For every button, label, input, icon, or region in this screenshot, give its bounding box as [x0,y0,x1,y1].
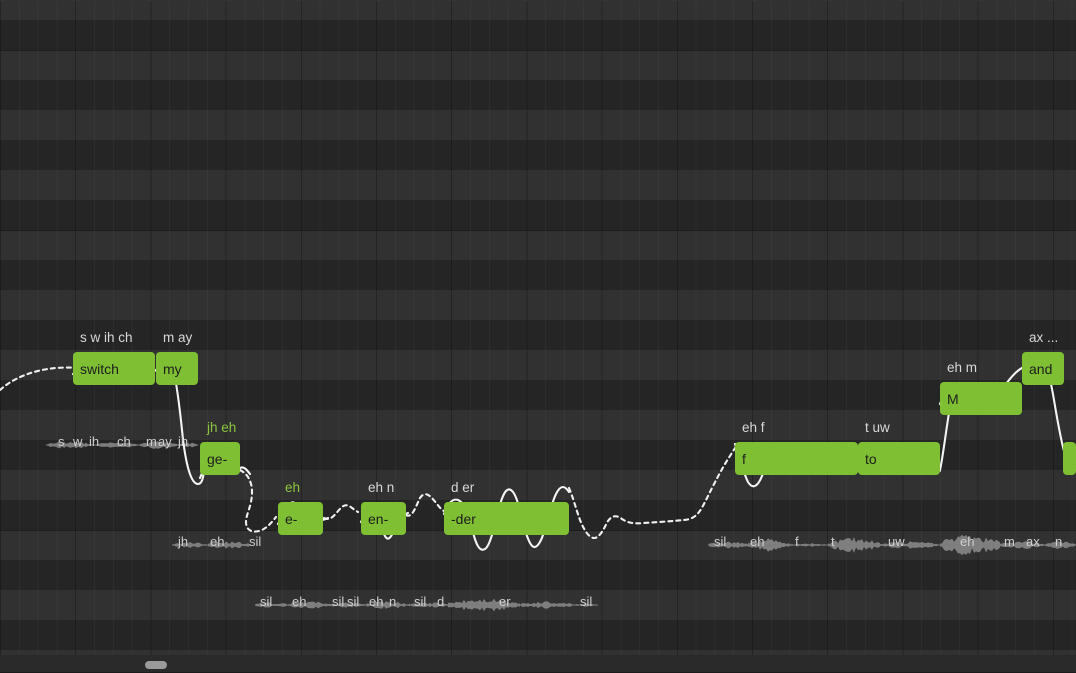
phoneme-segment-label: ay [158,434,172,449]
note-phoneme-caption: s w ih ch [80,330,133,345]
pitch-and-waveform-layer [0,358,1076,612]
phoneme-segment-label: sil [414,594,427,609]
phoneme-segment-label: sil [260,594,273,609]
note-lyric: e- [285,510,298,527]
phoneme-segment-label: ax [1026,534,1040,549]
phoneme-segment-label: d [437,594,445,609]
note-phoneme-caption: jh eh [207,420,237,435]
note-block[interactable]: my [156,352,198,385]
note-phoneme-caption: t uw [865,420,890,435]
phoneme-segment-label: sil [580,594,593,609]
note-phoneme-caption: eh [285,480,301,495]
waveform-lane-mid [172,534,1076,556]
phoneme-segment-label: sil [332,594,345,609]
note-block[interactable]: M [940,382,1022,415]
phoneme-segment-label: eh [960,534,975,549]
phoneme-segment-label: jh [178,534,189,549]
note-block[interactable]: e- [278,502,323,535]
phoneme-segment-label: sil [347,594,360,609]
note-lyric: my [163,360,182,377]
piano-roll-editor[interactable]: switch s w ih ch my m ay ge-jh eh e-eh en-eh n… [0,0,1076,673]
phoneme-segment-label: ih [89,434,100,449]
phoneme-segment-label: t [831,534,835,549]
note-block[interactable]: switch [73,352,155,385]
note-lyric: f [742,450,746,467]
note-block[interactable]: and [1022,352,1064,385]
phoneme-segment-label: eh [292,594,307,609]
note-block[interactable]: en- [361,502,406,535]
note-lyric: and [1029,360,1053,377]
note-block[interactable]: ge- [200,442,240,475]
note-lyric: en- [368,510,389,527]
note-block[interactable]: -der [444,502,569,535]
phoneme-segment-label: eh [369,594,384,609]
note-phoneme-caption: m ay [163,330,193,345]
phoneme-segment-label: ch [117,434,131,449]
note-lyric: M [947,390,959,407]
note-phoneme-caption: eh n [368,480,395,495]
phoneme-segment-label: eh [750,534,765,549]
top-divider [0,0,1076,1]
phoneme-segment-label: sil [249,534,262,549]
phoneme-segment-label: s [58,434,65,449]
note-block[interactable] [1063,442,1076,475]
note-lyric: -der [451,510,476,527]
note-phoneme-caption: ax ... [1029,330,1059,345]
phoneme-segment-label: eh [210,534,225,549]
note-lyric: ge- [207,450,228,467]
phoneme-segment-label: n [1055,534,1063,549]
note-phoneme-caption: d er [451,480,475,495]
note-lyric: to [865,450,877,467]
phoneme-segment-label: m [146,434,157,449]
phoneme-segment-label: f [795,534,799,549]
note-block[interactable]: to [858,442,940,475]
note-phoneme-caption: eh m [947,360,978,375]
phoneme-segment-label: n [389,594,397,609]
phoneme-segment-label: er [499,594,511,609]
phoneme-segment-label: uw [888,534,905,549]
phoneme-segment-label: jh [178,434,189,449]
phoneme-segment-label: m [1004,534,1015,549]
note-lyric: switch [80,360,119,377]
phoneme-segment-label: w [73,434,83,449]
horizontal-scrollbar-handle[interactable] [145,661,167,669]
note-block[interactable]: f [735,442,858,475]
note-phoneme-caption: eh f [742,420,765,435]
phoneme-segment-label: sil [714,534,727,549]
